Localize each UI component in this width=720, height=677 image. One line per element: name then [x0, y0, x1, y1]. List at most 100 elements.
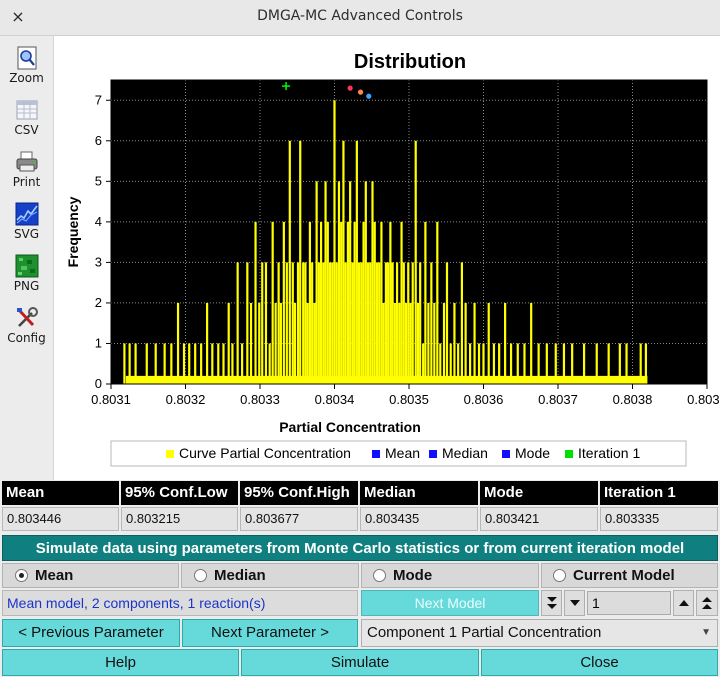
histogram-bar — [346, 221, 350, 384]
first-iteration-button[interactable] — [541, 590, 562, 616]
radio-median[interactable]: Median — [181, 563, 359, 588]
csv-icon — [16, 100, 37, 120]
radio-current-model[interactable]: Current Model — [541, 563, 718, 588]
simulate-button[interactable]: Simulate — [241, 649, 479, 676]
histogram-bar — [364, 181, 367, 384]
chart-title: Distribution — [354, 51, 466, 73]
help-button[interactable]: Help — [2, 649, 239, 676]
histogram-bar — [176, 302, 180, 384]
title-bar: × DMGA-MC Advanced Controls — [0, 0, 720, 36]
radio-mode-indicator[interactable] — [373, 569, 386, 582]
radio-current-model-indicator[interactable] — [553, 569, 566, 582]
config-button[interactable]: Config — [2, 300, 51, 350]
decrement-iteration-button[interactable] — [564, 590, 585, 616]
zoom-button[interactable]: Zoom — [2, 40, 51, 90]
x-tick-label: 0.8036 — [464, 392, 504, 407]
histogram-bar — [442, 302, 446, 384]
stat-value-conf-high: 0.803677 — [240, 507, 358, 531]
increment-iteration-button[interactable] — [673, 590, 694, 616]
histogram-bar — [296, 262, 300, 384]
print-icon — [16, 151, 37, 172]
stat-header-iteration: Iteration 1 — [600, 481, 718, 505]
histogram-bar — [317, 262, 320, 384]
chevron-down-icon — [569, 600, 580, 606]
x-tick-label: 0.8037 — [538, 392, 578, 407]
x-tick-label: 0.8038 — [613, 392, 653, 407]
iteration-counter-field[interactable]: 1 — [587, 591, 671, 615]
csv-button[interactable]: CSV — [2, 92, 51, 142]
stat-header-conf-low: 95% Conf.Low — [121, 481, 238, 505]
histogram-bar — [424, 221, 427, 384]
png-icon — [15, 254, 38, 278]
print-button[interactable]: Print — [2, 144, 51, 194]
histogram-bar — [304, 262, 307, 384]
y-tick-label: 1 — [95, 335, 102, 350]
legend-label: Mode — [515, 445, 550, 461]
histogram-bar — [387, 262, 390, 384]
histogram-bar — [322, 262, 325, 384]
next-parameter-button[interactable]: Next Parameter > — [182, 619, 358, 647]
x-tick-label: 0.8035 — [389, 392, 429, 407]
stat-value-conf-low: 0.803215 — [121, 507, 238, 531]
statistics-table: Mean 95% Conf.Low 95% Conf.High Median M… — [0, 481, 720, 533]
histogram-bar — [530, 302, 533, 384]
plot-toolbar: Zoom CSV Print SVG PNG Config — [0, 36, 53, 480]
stat-header-conf-high: 95% Conf.High — [240, 481, 358, 505]
histogram-bar — [409, 302, 412, 384]
histogram-bar — [460, 262, 463, 384]
config-icon — [16, 307, 38, 327]
histogram-bar — [285, 262, 288, 384]
histogram-bar — [453, 302, 456, 384]
x-tick-label: 0.8032 — [166, 392, 206, 407]
histogram-bar — [395, 262, 399, 384]
distribution-plot[interactable]: Distribution 0.8031 0.8032 0.8033 0.8034 0.8… — [53, 36, 720, 480]
histogram-bar — [274, 302, 277, 384]
radio-mean[interactable]: Mean — [2, 563, 179, 588]
histogram-bar — [282, 221, 285, 384]
legend-label: Median — [442, 445, 488, 461]
histogram-bar — [313, 302, 316, 384]
svg-button[interactable]: SVG — [2, 196, 51, 246]
histogram-bar — [504, 302, 507, 384]
radio-median-indicator[interactable] — [194, 569, 207, 582]
png-button[interactable]: PNG — [2, 248, 51, 298]
histogram-bar — [369, 262, 372, 384]
last-iteration-button[interactable] — [696, 590, 718, 616]
close-button[interactable]: Close — [481, 649, 718, 676]
previous-parameter-button[interactable]: < Previous Parameter — [2, 619, 180, 647]
histogram-bar — [378, 262, 381, 384]
csv-label: CSV — [14, 123, 39, 137]
histogram-bar — [277, 262, 280, 384]
radio-mode[interactable]: Mode — [361, 563, 539, 588]
histogram-bar — [315, 181, 318, 384]
histogram-bar — [326, 221, 329, 384]
chevron-down-icon: ▼ — [701, 627, 711, 638]
radio-mean-indicator[interactable] — [15, 569, 28, 582]
histogram-bar — [246, 262, 249, 384]
stat-value-mode: 0.803421 — [480, 507, 598, 531]
model-info-text: Mean model, 2 components, 1 reaction(s) — [2, 590, 358, 616]
histogram-bar — [227, 302, 230, 384]
histogram-bar — [366, 262, 370, 384]
histogram-bar — [344, 262, 347, 384]
print-label: Print — [12, 175, 41, 189]
histogram-bar — [382, 302, 385, 384]
histogram-bar — [473, 302, 476, 384]
histogram-bar — [393, 302, 396, 384]
histogram-bar — [433, 302, 436, 384]
x-tick-label: 0.8039 — [687, 392, 720, 407]
component-parameter-select[interactable]: Component 1 Partial Concentration ▼ — [361, 619, 718, 647]
stat-header-median: Median — [360, 481, 478, 505]
histogram-bar — [311, 262, 314, 384]
x-axis-label: Partial Concentration — [279, 419, 421, 435]
radio-mode-label: Mode — [393, 567, 433, 584]
legend-label: Mean — [385, 445, 420, 461]
skip-up-double-icon — [702, 597, 712, 609]
zoom-icon — [17, 46, 36, 70]
histogram-bar — [271, 221, 274, 384]
distribution-chart: Distribution 0.8031 0.8032 0.8033 0.8034 0.8… — [65, 51, 720, 467]
histogram-bar — [328, 262, 332, 384]
next-model-button[interactable]: Next Model — [361, 590, 539, 616]
histogram-bar — [407, 262, 410, 384]
histogram-bar — [261, 262, 264, 384]
